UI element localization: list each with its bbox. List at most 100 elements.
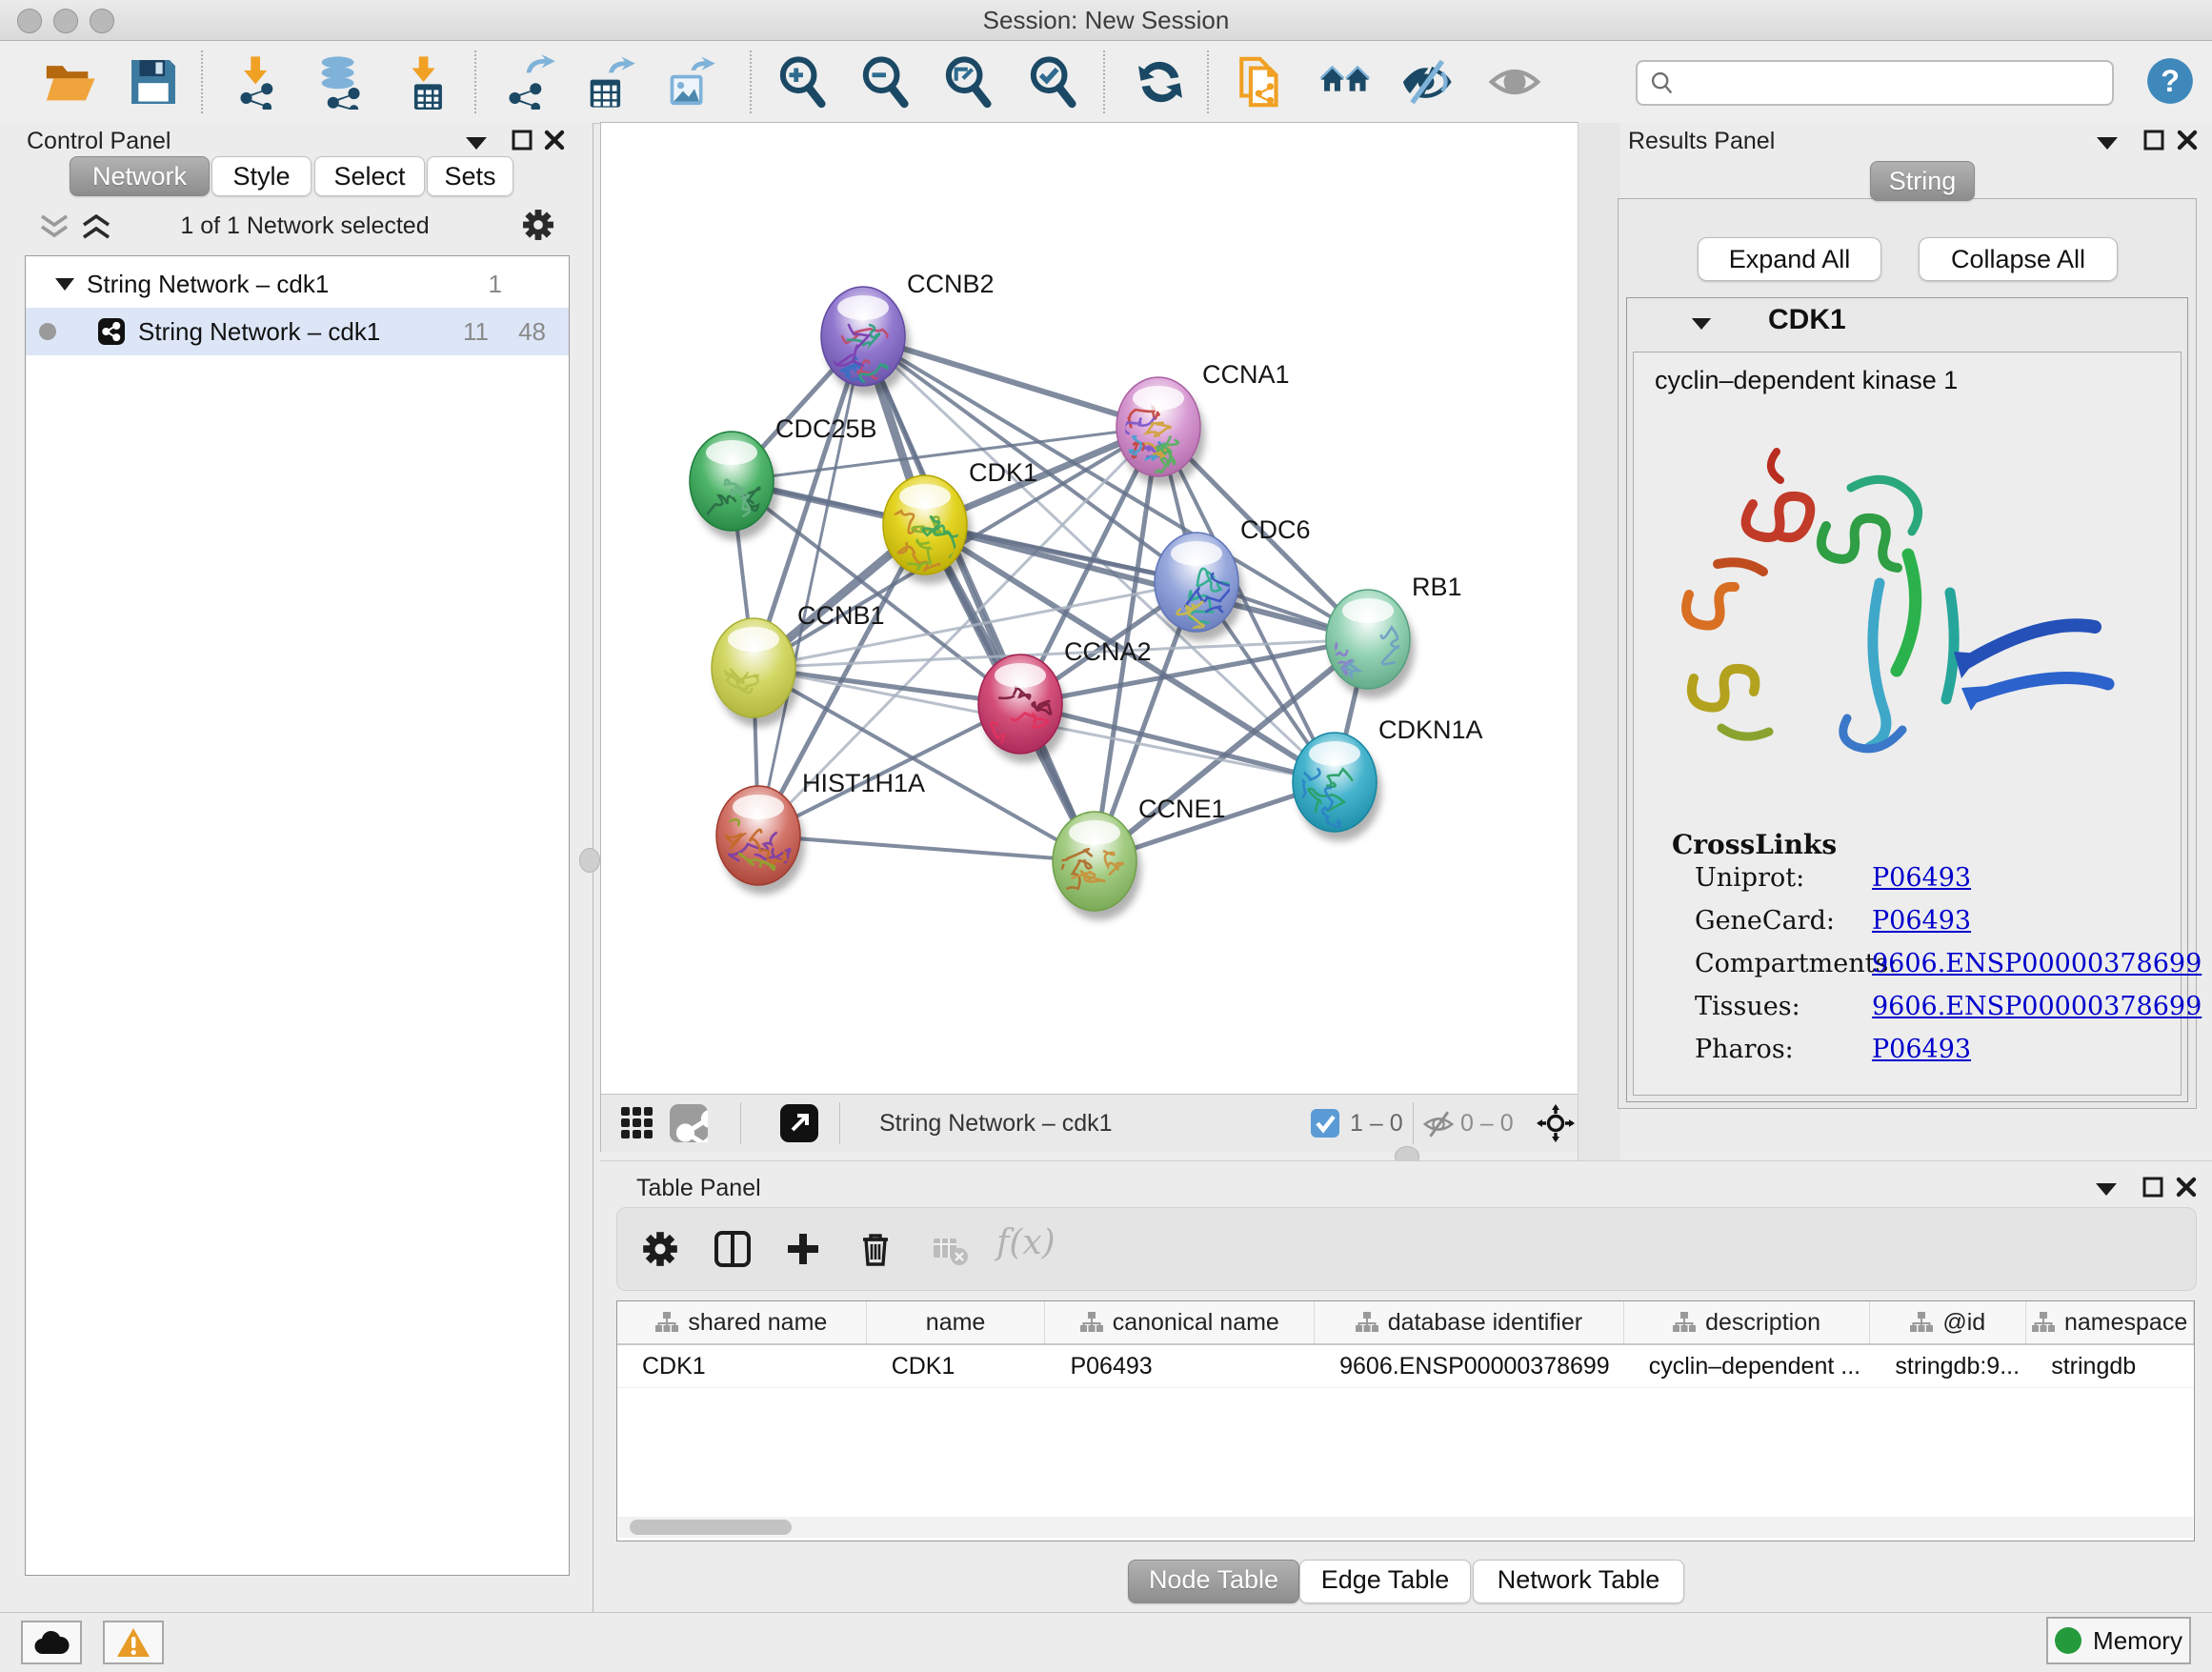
network-node-CDKN1A[interactable]: CDKN1A bbox=[1293, 715, 1483, 841]
open-in-new-window-icon[interactable] bbox=[780, 1104, 818, 1142]
selected-count-badge: 1 – 0 bbox=[1350, 1095, 1403, 1152]
collapse-all-chevron-icon[interactable] bbox=[38, 214, 70, 239]
network-badge-icon[interactable] bbox=[670, 1104, 708, 1142]
refresh-icon[interactable] bbox=[1133, 54, 1188, 110]
duplicate-network-icon[interactable] bbox=[1235, 54, 1290, 110]
network-options-gear-icon[interactable] bbox=[522, 209, 554, 241]
close-panel-icon[interactable] bbox=[543, 129, 566, 151]
network-node-CCNA1[interactable]: CCNA1 bbox=[1116, 360, 1290, 486]
crosslink-link[interactable]: P06493 bbox=[1872, 906, 1971, 936]
horizontal-scrollbar[interactable] bbox=[618, 1517, 2193, 1538]
column-header-shared-name[interactable]: shared name bbox=[617, 1301, 867, 1343]
tab-edge-table[interactable]: Edge Table bbox=[1299, 1560, 1471, 1603]
open-session-icon[interactable] bbox=[42, 54, 97, 110]
tab-network[interactable]: Network bbox=[70, 156, 210, 196]
crosslink-link[interactable]: P06493 bbox=[1872, 863, 1971, 893]
zoom-selected-icon[interactable] bbox=[1026, 54, 1081, 110]
expand-all-button[interactable]: Expand All bbox=[1698, 237, 1881, 281]
tab-network-table[interactable]: Network Table bbox=[1473, 1560, 1684, 1603]
tab-node-table[interactable]: Node Table bbox=[1128, 1560, 1299, 1603]
network-node-CDC6[interactable]: CDC6 bbox=[1155, 515, 1311, 641]
zoom-out-icon[interactable] bbox=[858, 54, 914, 110]
scrollbar-thumb[interactable] bbox=[630, 1520, 792, 1535]
node-label: CCNA2 bbox=[1064, 637, 1152, 666]
tab-string[interactable]: String bbox=[1870, 161, 1975, 201]
column-header-canonical-name[interactable]: canonical name bbox=[1045, 1301, 1315, 1343]
float-panel-icon[interactable] bbox=[511, 129, 533, 151]
export-image-icon[interactable] bbox=[661, 54, 716, 110]
string-network-icon bbox=[98, 318, 125, 345]
column-header-description[interactable]: description bbox=[1624, 1301, 1871, 1343]
tab-sets[interactable]: Sets bbox=[427, 156, 513, 196]
float-panel-icon[interactable] bbox=[2142, 129, 2165, 151]
table-cell[interactable]: P06493 bbox=[1045, 1345, 1315, 1387]
export-network-icon[interactable] bbox=[501, 54, 556, 110]
crosslink-link[interactable]: 9606.ENSP00000378699 bbox=[1872, 992, 2202, 1021]
table-cell[interactable]: CDK1 bbox=[617, 1345, 867, 1387]
crosslink-label: Pharos: bbox=[1695, 1035, 1794, 1064]
network-canvas[interactable]: CCNB2CCNA1CDC25BCDK1CDC6RB1CCNB1CCNA2CDK… bbox=[601, 123, 1578, 1094]
table-cell[interactable]: stringdb bbox=[2026, 1345, 2194, 1387]
home-networks-icon[interactable] bbox=[1318, 54, 1374, 110]
network-node-CCNB2[interactable]: CCNB2 bbox=[821, 270, 995, 407]
export-table-icon[interactable] bbox=[581, 54, 636, 110]
crosslink-link[interactable]: P06493 bbox=[1872, 1035, 1971, 1064]
expand-all-chevron-icon[interactable] bbox=[80, 214, 112, 239]
panel-menu-icon[interactable] bbox=[464, 134, 489, 151]
birds-eye-view-icon[interactable] bbox=[1537, 1104, 1575, 1142]
close-panel-icon[interactable] bbox=[2176, 129, 2199, 151]
hide-selected-eye-slash-icon[interactable] bbox=[1398, 54, 1454, 110]
zoom-in-icon[interactable] bbox=[775, 54, 831, 110]
column-header-@id[interactable]: @id bbox=[1870, 1301, 2026, 1343]
import-table-icon[interactable] bbox=[398, 54, 453, 110]
panel-menu-icon[interactable] bbox=[2094, 1180, 2119, 1198]
table-panel: Table Panel f(x) shared namenamecanonica… bbox=[600, 1160, 2212, 1613]
warnings-button[interactable] bbox=[103, 1621, 164, 1664]
network-collection-row[interactable]: String Network – cdk1 1 bbox=[26, 260, 569, 308]
tab-style[interactable]: Style bbox=[211, 156, 312, 196]
hidden-eye-slash-icon[interactable] bbox=[1422, 1108, 1455, 1140]
zoom-fit-icon[interactable] bbox=[941, 54, 996, 110]
search-input[interactable] bbox=[1683, 64, 2106, 100]
left-splitter-handle[interactable] bbox=[579, 848, 600, 873]
grid-view-icon[interactable] bbox=[618, 1104, 656, 1142]
save-session-icon[interactable] bbox=[126, 54, 181, 110]
cloud-status-button[interactable] bbox=[21, 1621, 82, 1664]
network-node-CCNE1[interactable]: CCNE1 bbox=[1053, 795, 1226, 920]
table-cell[interactable]: cyclin–dependent ... bbox=[1624, 1345, 1871, 1387]
network-node-HIST1H1A[interactable]: HIST1H1A bbox=[703, 769, 925, 895]
help-icon[interactable]: ? bbox=[2145, 56, 2195, 106]
memory-button[interactable]: Memory bbox=[2046, 1617, 2191, 1664]
expand-collection-icon[interactable] bbox=[54, 276, 75, 292]
memory-status-dot bbox=[2055, 1627, 2081, 1654]
delete-column-icon[interactable] bbox=[857, 1231, 894, 1267]
close-panel-icon[interactable] bbox=[2175, 1176, 2198, 1199]
panel-menu-icon[interactable] bbox=[2095, 134, 2120, 151]
import-network-from-database-icon[interactable] bbox=[312, 54, 368, 110]
show-eye-icon[interactable] bbox=[1487, 54, 1542, 110]
table-cell[interactable]: stringdb:9... bbox=[1870, 1345, 2026, 1387]
crosslink-link[interactable]: 9606.ENSP00000378699 bbox=[1872, 949, 2202, 978]
selected-checkbox-icon[interactable] bbox=[1311, 1109, 1339, 1138]
network-row[interactable]: String Network – cdk1 11 48 bbox=[26, 308, 569, 355]
create-column-icon[interactable] bbox=[785, 1231, 821, 1267]
search-box[interactable] bbox=[1636, 60, 2114, 106]
column-header-name[interactable]: name bbox=[867, 1301, 1046, 1343]
show-columns-icon[interactable] bbox=[714, 1231, 751, 1267]
network-edge[interactable] bbox=[758, 836, 1095, 861]
table-cell[interactable]: 9606.ENSP00000378699 bbox=[1315, 1345, 1624, 1387]
results-panel-divider[interactable] bbox=[1578, 123, 1621, 1160]
import-network-icon[interactable] bbox=[232, 54, 288, 110]
column-header-namespace[interactable]: namespace bbox=[2026, 1301, 2194, 1343]
collapse-all-button[interactable]: Collapse All bbox=[1919, 237, 2118, 281]
float-panel-icon[interactable] bbox=[2142, 1176, 2164, 1199]
tab-select[interactable]: Select bbox=[314, 156, 425, 196]
network-node-RB1[interactable]: RB1 bbox=[1320, 573, 1461, 698]
table-panel-title: Table Panel bbox=[636, 1175, 761, 1202]
collapse-section-icon[interactable] bbox=[1690, 315, 1713, 332]
table-cell[interactable]: CDK1 bbox=[867, 1345, 1046, 1387]
column-header-database-identifier[interactable]: database identifier bbox=[1315, 1301, 1624, 1343]
crosslink-row: GeneCard:P06493 bbox=[1634, 906, 2181, 948]
crosslinks-title: CrossLinks bbox=[1672, 829, 1837, 860]
table-options-gear-icon[interactable] bbox=[642, 1231, 678, 1267]
